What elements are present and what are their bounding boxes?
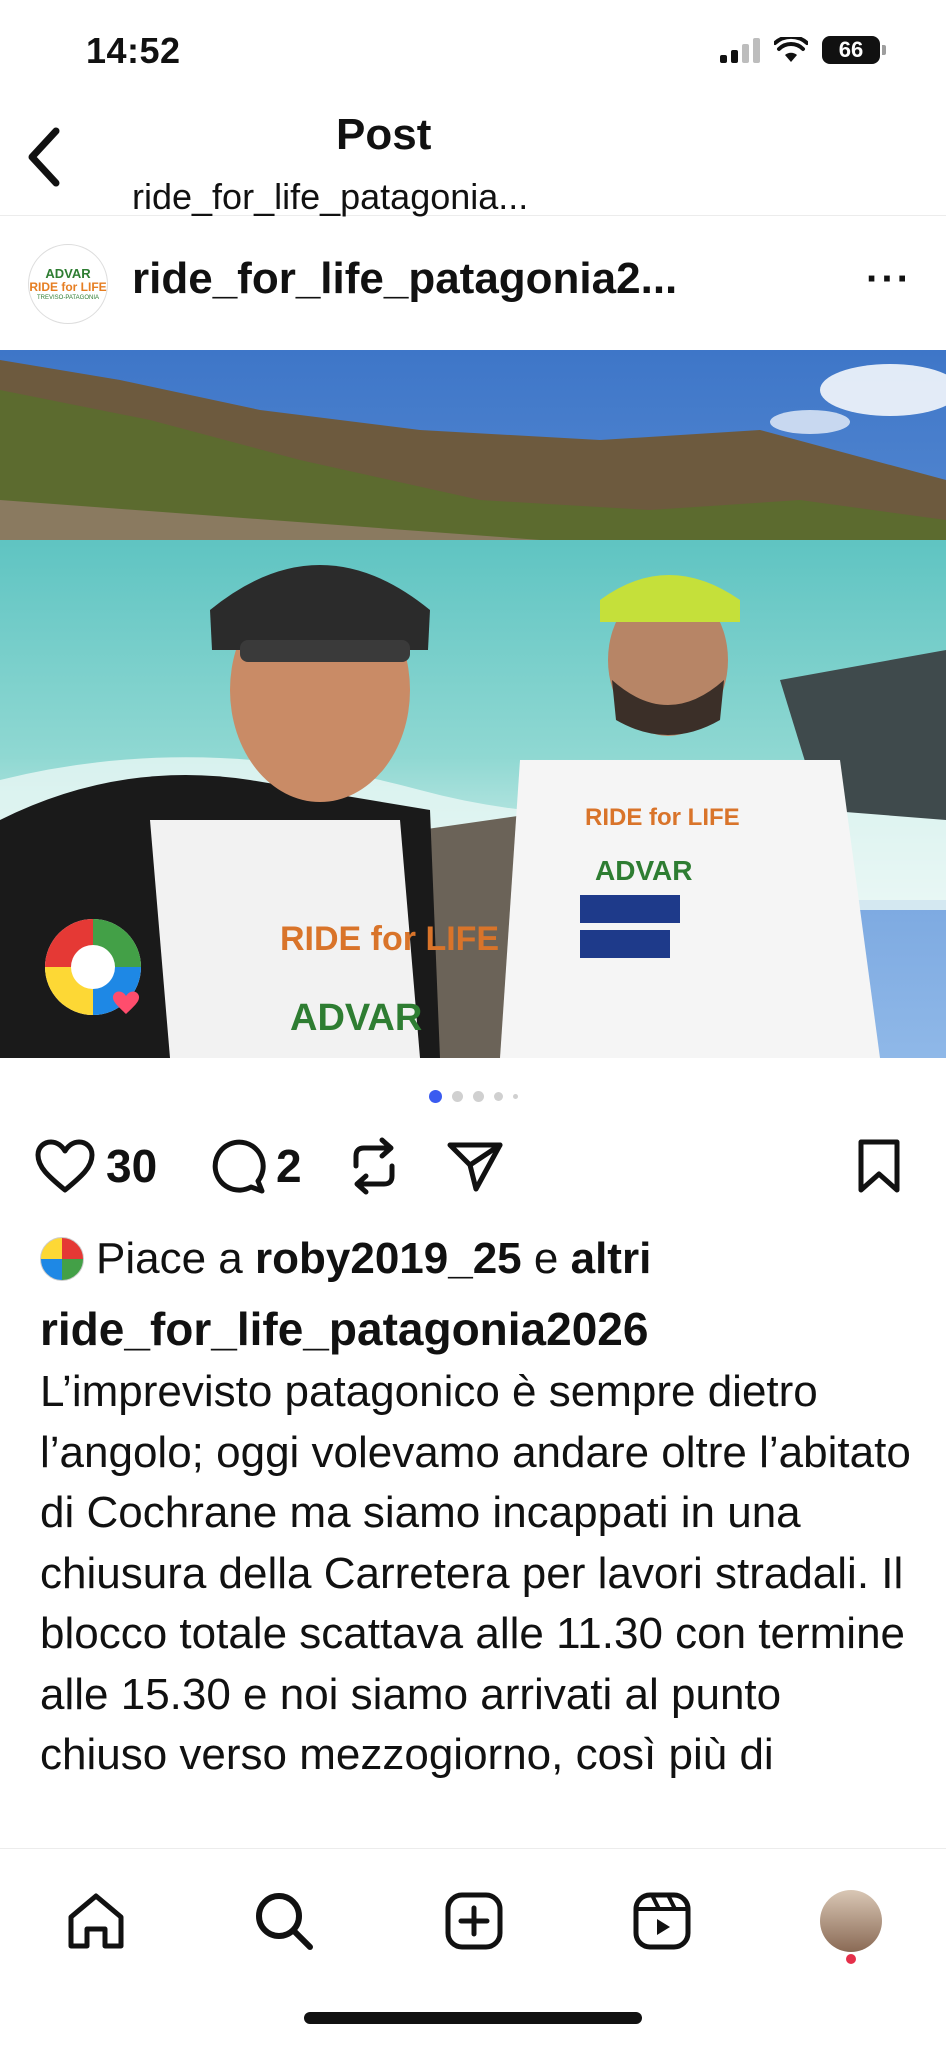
page-title: Post	[336, 110, 432, 159]
save-button[interactable]	[856, 1126, 902, 1206]
cellular-signal-icon	[720, 37, 760, 63]
repost-button[interactable]	[346, 1126, 402, 1206]
svg-text:RIDE for LIFE: RIDE for LIFE	[585, 804, 740, 831]
carousel-dot	[493, 1092, 503, 1101]
comment-button[interactable]: 2	[208, 1126, 302, 1206]
liker-avatar	[40, 1237, 84, 1281]
profile-notification-dot	[846, 1954, 856, 1964]
page-subtitle[interactable]: ride_for_life_patagonia...	[132, 176, 528, 218]
heart-icon	[35, 1139, 95, 1193]
tab-profile-avatar[interactable]	[820, 1890, 882, 1952]
carousel-dot	[451, 1091, 463, 1102]
caption-author[interactable]: ride_for_life_patagonia2026	[40, 1302, 648, 1356]
avatar-line-3: TREVISO-PATAGONIA	[36, 294, 99, 301]
bookmark-icon	[858, 1139, 900, 1193]
author-avatar[interactable]: ADVAR RIDE for LIFE TREVISO-PATAGONIA	[28, 244, 108, 324]
reels-icon	[633, 1892, 691, 1950]
nav-header: Post ride_for_life_patagonia...	[0, 100, 946, 218]
like-button[interactable]: 30	[34, 1126, 157, 1206]
wifi-icon	[774, 37, 808, 62]
chevron-left-icon	[28, 127, 60, 187]
avatar-line-2: RIDE for LIFE	[29, 279, 107, 294]
create-icon	[445, 1892, 503, 1950]
liked-by-line[interactable]: Piace a roby2019_25 e altri	[40, 1234, 651, 1284]
status-time: 14:52	[86, 30, 181, 71]
send-icon	[447, 1142, 503, 1192]
repost-icon	[353, 1137, 395, 1195]
liked-by-username[interactable]: roby2019_25	[255, 1234, 522, 1284]
tab-create[interactable]	[438, 1885, 510, 1957]
tab-reels[interactable]	[626, 1885, 698, 1957]
likes-and: e	[533, 1234, 559, 1283]
carousel-indicator	[0, 1090, 946, 1103]
svg-text:ADVAR: ADVAR	[290, 997, 422, 1039]
comment-icon	[212, 1139, 266, 1194]
svg-text:ADVAR: ADVAR	[595, 855, 692, 886]
status-bar: 14:52 66	[0, 0, 946, 100]
post-header: ADVAR RIDE for LIFE TREVISO-PATAGONIA ri…	[0, 216, 946, 350]
carousel-dot	[428, 1090, 442, 1103]
caption-text: L’imprevisto patagonico è sempre dietro …	[40, 1367, 911, 1779]
carousel-dot	[512, 1094, 518, 1099]
home-indicator	[304, 2012, 642, 2024]
like-count: 30	[106, 1140, 158, 1192]
comment-count: 2	[276, 1140, 302, 1192]
status-icons: 66	[720, 36, 886, 64]
action-bar: 30 2	[0, 1126, 946, 1206]
back-button[interactable]	[18, 122, 70, 192]
tab-search[interactable]	[248, 1885, 320, 1957]
carousel-dot	[472, 1091, 484, 1102]
battery-icon: 66	[822, 36, 886, 64]
likes-prefix: Piace a	[96, 1234, 243, 1283]
post-username[interactable]: ride_for_life_patagonia2...	[132, 254, 677, 304]
home-icon	[68, 1893, 124, 1949]
likes-others[interactable]: altri	[571, 1234, 652, 1284]
avatar-line-1: ADVAR	[45, 265, 91, 281]
svg-text:RIDE for LIFE: RIDE for LIFE	[280, 920, 499, 958]
more-options-icon[interactable]: ···	[866, 259, 912, 299]
share-button[interactable]	[446, 1126, 504, 1206]
sticker-badge-icon	[45, 919, 141, 1015]
tab-home[interactable]	[60, 1885, 132, 1957]
search-icon	[256, 1893, 313, 1950]
